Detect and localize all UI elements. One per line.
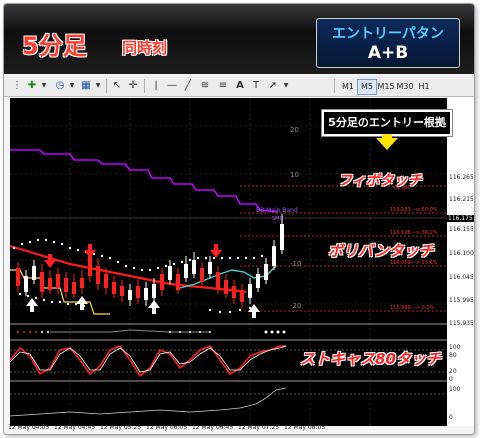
fibo-touch-label: フィボタッチ <box>338 173 422 189</box>
bb-label: BB Main Band <box>256 207 298 214</box>
cursor-icon[interactable]: ↖ <box>110 79 124 93</box>
chevron-down-icon[interactable]: ▼ <box>40 79 48 93</box>
timeframe-m30[interactable]: M30 <box>395 79 415 95</box>
stoch-tick: 20 <box>449 368 457 375</box>
fib-label-0: 115.999 --> 0.0% <box>390 305 435 311</box>
price-tick: 116.100 <box>449 250 474 257</box>
chevron-down-icon[interactable]: ▼ <box>282 79 290 93</box>
osc-tick: 100 <box>449 386 461 393</box>
chevron-down-icon[interactable]: ▼ <box>68 79 76 93</box>
stochastic-touch-label: ストキャス80タッチ <box>300 350 441 368</box>
bb-band-line <box>10 149 279 213</box>
chart-add-icon[interactable]: ✚ <box>24 79 40 93</box>
trendline-icon[interactable]: ╱ <box>182 79 194 93</box>
buy-arrow-icon <box>26 298 38 312</box>
fib-label-382: 116.128 --> 38.2% <box>390 230 438 236</box>
oscillator-dots <box>17 329 286 334</box>
sell-arrow-icon <box>210 244 222 258</box>
timeframe-h1[interactable]: H1 <box>414 79 434 95</box>
arrow-tool-icon[interactable]: ➚ <box>266 79 280 93</box>
buy-arrows <box>26 296 260 318</box>
time-label: 12 May 06:45 <box>192 424 234 431</box>
entry-reason-callout: 5分足のエントリー根拠 <box>321 109 453 137</box>
stoch-tick: 100 <box>449 344 461 351</box>
price-tick: 115.935 <box>449 320 474 327</box>
sell-arrow-icon <box>84 244 96 258</box>
price-tick: 116.045 <box>449 274 474 281</box>
header-title: 5分足 <box>22 32 87 60</box>
toolbar: ⋮ ✚ ▼ ◷ ▼ ▦ ▼ ↖ ✛ | — ╱ ≋ ≡ A T ➚ ▼ M1 M… <box>4 76 474 97</box>
current-price-tick: 116.175 <box>447 215 474 222</box>
toolbar-grip-icon: ⋮ <box>12 80 22 91</box>
cci-label: 10 <box>290 171 299 179</box>
stoch-tick: 0 <box>449 376 453 383</box>
text-icon[interactable]: A <box>234 79 246 93</box>
time-label: 12 May 04:45 <box>54 424 96 431</box>
timeframe-m5[interactable]: M5 <box>357 79 377 95</box>
header-subtitle: 同時刻 <box>122 39 168 57</box>
toolbar-divider <box>334 79 335 93</box>
time-label: 12 May 04:05 <box>8 424 50 431</box>
label-icon[interactable]: T <box>250 79 262 93</box>
badge-line2: A+B <box>367 43 409 63</box>
price-tick: 116.215 <box>449 196 474 203</box>
screenshot-frame: 5分足 同時刻 エントリーパタン A+B ⋮ ✚ ▼ ◷ ▼ ▦ ▼ ↖ ✛ |… <box>3 3 475 435</box>
header-banner: 5分足 同時刻 エントリーパタン A+B <box>4 4 474 74</box>
template-icon[interactable]: ▦ <box>78 79 94 93</box>
cci-label: 20 <box>290 126 299 134</box>
time-label: 12 May 08:05 <box>284 424 326 431</box>
toolbar-divider <box>144 79 145 93</box>
channel-icon[interactable]: ≋ <box>198 79 212 93</box>
buy-arrow-icon <box>148 300 160 314</box>
time-label: 12 May 06:05 <box>146 424 188 431</box>
fib-tool-icon[interactable]: ≡ <box>216 79 230 93</box>
time-label: 12 May 07:25 <box>238 424 280 431</box>
badge-line1: エントリーパタン <box>332 26 444 42</box>
bollinger-touch-label: ボリバンタッチ <box>328 242 434 260</box>
crosshair-icon[interactable]: ✛ <box>126 79 140 93</box>
fib-label-500: 116.181 --> 50.0% <box>390 207 438 213</box>
timeframe-m1[interactable]: M1 <box>338 79 358 95</box>
horizontal-line-icon[interactable]: — <box>166 79 178 93</box>
chevron-down-icon[interactable]: ▼ <box>94 79 102 93</box>
time-label: 12 May 05:25 <box>100 424 142 431</box>
buy-arrow-icon <box>248 304 260 318</box>
toolbar-divider <box>106 79 107 93</box>
timeframe-m15[interactable]: M15 <box>376 79 396 95</box>
price-tick: 115.995 <box>449 297 474 304</box>
down-arrow-icon <box>376 138 398 150</box>
price-tick: 116.155 <box>449 226 474 233</box>
price-tick: 116.265 <box>449 174 474 181</box>
cci-label: -20 <box>290 302 301 310</box>
pattern-badge: エントリーパタン A+B <box>316 18 460 68</box>
price-scale[interactable]: 116.265 116.215 116.175 116.155 116.100 … <box>447 98 474 426</box>
cci-label: -10 <box>290 260 301 268</box>
buy-arrow-icon <box>76 296 88 310</box>
stoch-tick: 80 <box>449 352 457 359</box>
osc-tick: 0 <box>449 414 453 421</box>
osc-bottom-line <box>10 387 287 417</box>
vertical-line-icon[interactable]: | <box>150 79 162 93</box>
clock-icon[interactable]: ◷ <box>52 79 68 93</box>
